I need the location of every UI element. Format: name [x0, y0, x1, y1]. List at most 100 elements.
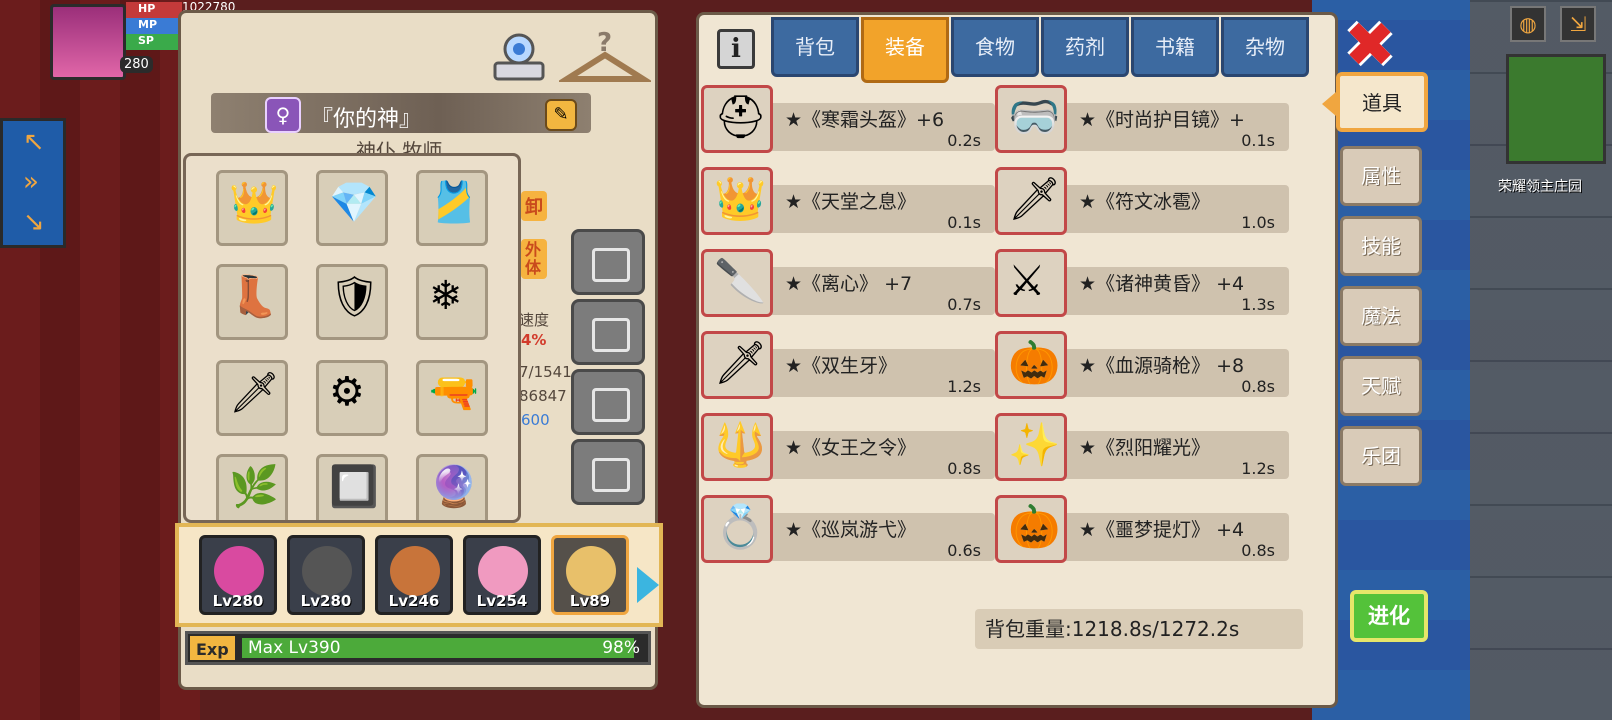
equip-slot[interactable]: 💎	[316, 170, 388, 246]
item-weight: 0.1s	[947, 213, 981, 232]
unequip-button[interactable]: 卸	[521, 191, 547, 221]
inventory-item[interactable]: ✨ ★《烈阳耀光》 1.2s	[995, 411, 1289, 481]
tab-backpack[interactable]: 背包	[771, 17, 859, 77]
equip-slot[interactable]: 👢	[216, 264, 288, 340]
backpack-weight: 背包重量:1218.8s/1272.2s	[975, 609, 1303, 649]
party-level: Lv246	[388, 592, 440, 610]
item-weight: 1.0s	[1241, 213, 1275, 232]
menu-talent[interactable]: 天赋	[1340, 356, 1422, 416]
minimap[interactable]	[1506, 54, 1606, 164]
exp-percent: 98%	[602, 638, 640, 658]
equip-slot[interactable]: 👑	[216, 170, 288, 246]
info-button[interactable]: i	[717, 29, 755, 69]
exp-tag: Exp	[188, 634, 237, 662]
purple-sword-icon: ⚔	[1008, 256, 1046, 305]
accessory-slot[interactable]	[571, 229, 645, 295]
party-member[interactable]: Lv280	[199, 535, 277, 615]
avatar	[478, 546, 528, 596]
party-member[interactable]: Lv254	[463, 535, 541, 615]
item-weight: 1.2s	[1241, 459, 1275, 478]
item-icon-frame: 👑	[701, 167, 773, 235]
sun-spear-icon: ✨	[1008, 420, 1061, 469]
item-name: ★《噩梦提灯》 +4	[1079, 519, 1245, 541]
item-name: ★《符文冰雹》	[1079, 191, 1211, 213]
mp-label: MP	[126, 18, 182, 34]
tab-food[interactable]: 食物	[951, 17, 1039, 77]
globe-icon[interactable]: ◍	[1510, 6, 1546, 42]
tab-potion[interactable]: 药剂	[1041, 17, 1129, 77]
equip-slot[interactable]: 🌿	[216, 454, 288, 520]
item-weight: 0.8s	[1241, 377, 1275, 396]
item-icon-frame: 🎃	[995, 331, 1067, 399]
party-level: Lv254	[476, 592, 528, 610]
close-icon[interactable]: ✖	[1344, 14, 1396, 76]
menu-skills[interactable]: 技能	[1340, 216, 1422, 276]
item-name: ★《血源骑枪》 +8	[1079, 355, 1245, 377]
arrow-icon: »	[23, 167, 39, 197]
equip-slot[interactable]: 🔮	[416, 454, 488, 520]
item-icon-frame: ⚔	[995, 249, 1067, 317]
equip-slot[interactable]: 🎽	[416, 170, 488, 246]
accessory-slot[interactable]	[571, 369, 645, 435]
item-name: ★《天堂之息》	[785, 191, 917, 213]
inventory-item[interactable]: ⛑ ★《寒霜头盔》+6 0.2s	[701, 83, 995, 153]
item-name: ★《离心》 +7	[785, 273, 913, 295]
party-member[interactable]: Lv280	[287, 535, 365, 615]
next-arrow-icon[interactable]	[637, 567, 659, 603]
party-level: Lv89	[569, 592, 611, 610]
svg-text:?: ?	[597, 28, 612, 58]
inventory-item[interactable]: 💍 ★《巡岚游弋》 0.6s	[701, 493, 995, 563]
altar-icon[interactable]	[487, 25, 551, 85]
accessory-slot[interactable]	[571, 439, 645, 505]
player-portrait[interactable]	[50, 4, 126, 80]
equip-slot[interactable]: 🔲	[316, 454, 388, 520]
inventory-item[interactable]: 🎃 ★《噩梦提灯》 +4 0.8s	[995, 493, 1289, 563]
evolve-button[interactable]: 进化	[1350, 590, 1428, 642]
menu-attributes[interactable]: 属性	[1340, 146, 1422, 206]
inventory-item[interactable]: 🔱 ★《女王之令》 0.8s	[701, 411, 995, 481]
exit-icon[interactable]: ⇲	[1560, 6, 1596, 42]
hanger-icon[interactable]: ?	[559, 25, 651, 89]
game-world-left	[0, 0, 200, 720]
equip-slot[interactable]: ❄	[416, 264, 488, 340]
character-name: 『你的神』	[311, 107, 422, 132]
item-weight: 0.8s	[1241, 541, 1275, 560]
appearance-button[interactable]: 外体	[521, 239, 547, 279]
edit-name-button[interactable]: ✎	[545, 99, 577, 131]
inventory-item[interactable]: 🎃 ★《血源骑枪》 +8 0.8s	[995, 329, 1289, 399]
item-weight: 0.7s	[947, 295, 981, 314]
inventory-item[interactable]: 🔪 ★《离心》 +7 0.7s	[701, 247, 995, 317]
equip-slot[interactable]: 🔫	[416, 360, 488, 436]
menu-items[interactable]: 道具	[1336, 72, 1428, 132]
boots-icon: 👢	[229, 274, 279, 320]
twin-fang-icon: 🗡	[714, 338, 768, 387]
menu-pointer-icon	[1322, 92, 1336, 116]
inventory-item[interactable]: 🥽 ★《时尚护目镜》+ 0.1s	[995, 83, 1289, 153]
equip-slot[interactable]: 🛡	[316, 264, 388, 340]
arrow-icon: ↖	[23, 127, 45, 157]
item-icon-frame: 🔱	[701, 413, 773, 481]
inventory-item[interactable]: 🗡 ★《双生牙》 1.2s	[701, 329, 995, 399]
item-name: ★《诸神黄昏》 +4	[1079, 273, 1245, 295]
tab-books[interactable]: 书籍	[1131, 17, 1219, 77]
halo-crown-icon: 👑	[714, 174, 767, 223]
pencil-icon: ✎	[553, 104, 569, 125]
equip-slot[interactable]: ⚙	[316, 360, 388, 436]
party-member[interactable]: Lv246	[375, 535, 453, 615]
lantern-icon: 🎃	[1008, 502, 1061, 551]
item-icon-frame: 🗡	[701, 331, 773, 399]
tab-equipment[interactable]: 装备	[861, 17, 949, 83]
lance-icon: 🎃	[1008, 338, 1061, 387]
menu-magic[interactable]: 魔法	[1340, 286, 1422, 346]
equip-slot[interactable]: 🗡	[216, 360, 288, 436]
exp-text: Max Lv390	[248, 638, 341, 658]
inventory-item[interactable]: ⚔ ★《诸神黄昏》 +4 1.3s	[995, 247, 1289, 317]
goggles-icon: 🥽	[1008, 92, 1061, 141]
party-member-selected[interactable]: Lv89	[551, 535, 629, 615]
accessory-slot[interactable]	[571, 299, 645, 365]
inventory-item[interactable]: 🗡 ★《符文冰雹》 1.0s	[995, 165, 1289, 235]
tab-misc[interactable]: 杂物	[1221, 17, 1309, 77]
inventory-item[interactable]: 👑 ★《天堂之息》 0.1s	[701, 165, 995, 235]
item-name: ★《寒霜头盔》+6	[785, 109, 945, 131]
menu-band[interactable]: 乐团	[1340, 426, 1422, 486]
